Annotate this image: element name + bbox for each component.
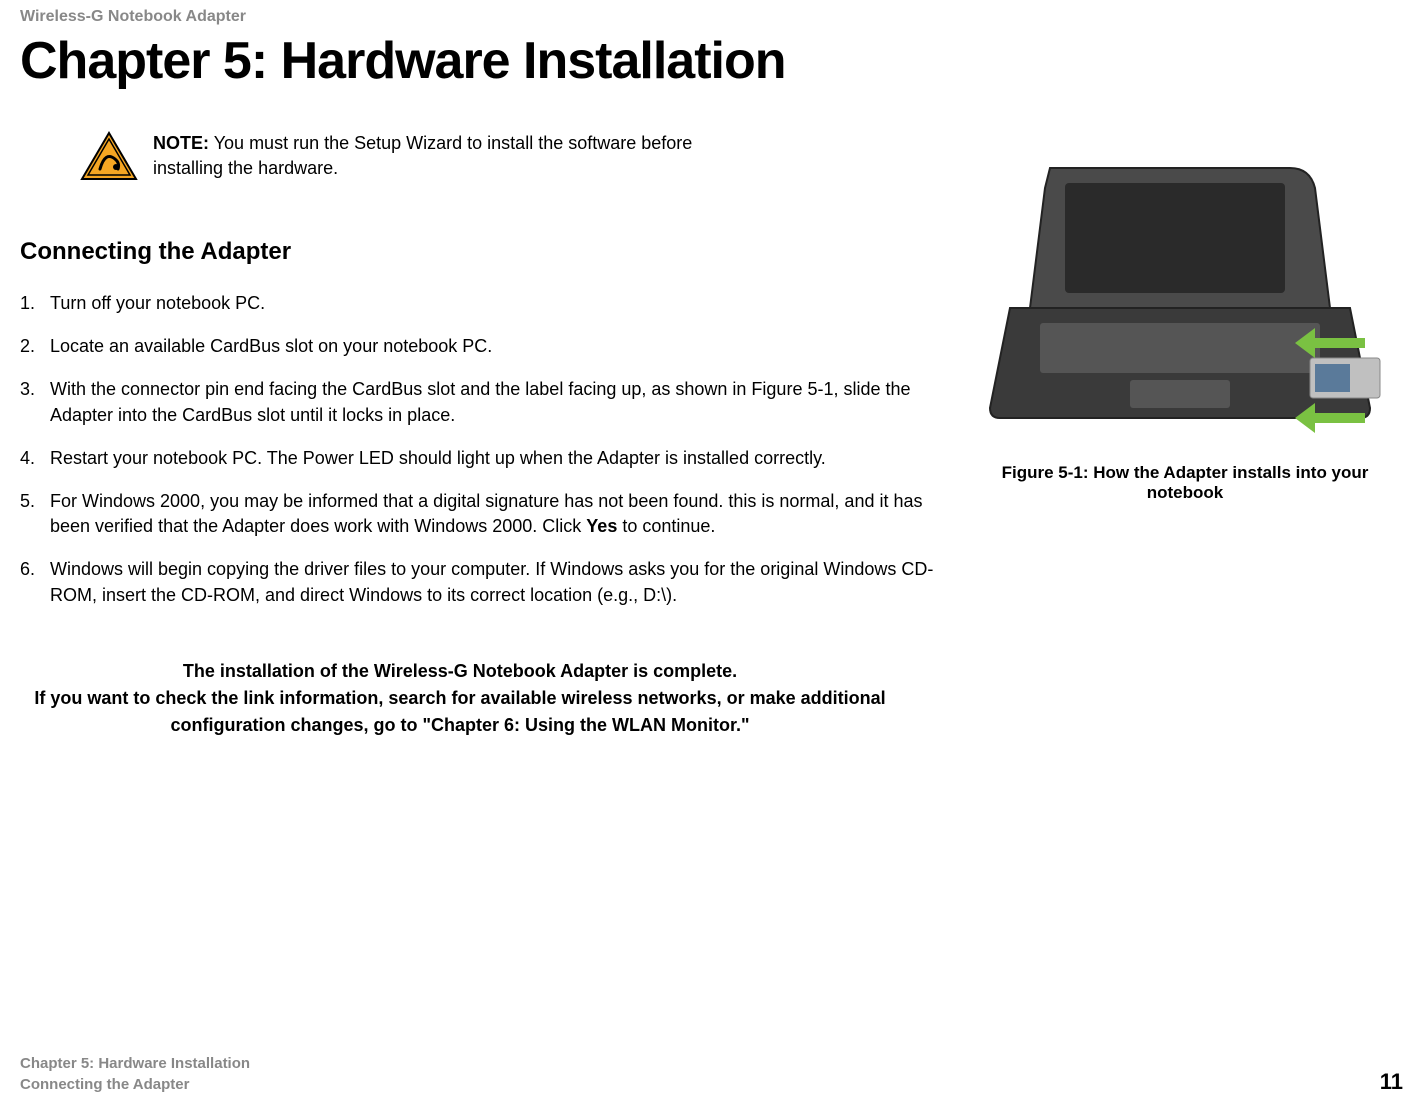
note-text: NOTE: You must run the Setup Wizard to i… [153,131,700,181]
figure-image [970,158,1390,448]
completion-line2: If you want to check the link informatio… [20,685,900,739]
product-header: Wireless-G Notebook Adapter [20,8,1403,26]
steps-list: Turn off your notebook PC. Locate an ava… [20,291,940,608]
note-body: You must run the Setup Wizard to install… [153,133,692,178]
step-item: Locate an available CardBus slot on your… [20,334,940,359]
step-item: Turn off your notebook PC. [20,291,940,316]
page-footer: Chapter 5: Hardware Installation Connect… [20,1053,1403,1095]
footer-section: Connecting the Adapter [20,1074,250,1095]
completion-text: The installation of the Wireless-G Noteb… [20,658,900,739]
step-item: For Windows 2000, you may be informed th… [20,489,940,539]
step-item: Restart your notebook PC. The Power LED … [20,446,940,471]
footer-chapter: Chapter 5: Hardware Installation [20,1053,250,1074]
section-title: Connecting the Adapter [20,238,940,266]
figure-caption: Figure 5-1: How the Adapter installs int… [970,463,1400,503]
note-label: NOTE: [153,133,209,153]
step-item: Windows will begin copying the driver fi… [20,557,940,607]
page-number: 11 [1380,1069,1403,1095]
completion-line1: The installation of the Wireless-G Noteb… [20,658,900,685]
step-item: With the connector pin end facing the Ca… [20,377,940,427]
note-box: NOTE: You must run the Setup Wizard to i… [80,131,700,188]
chapter-title: Chapter 5: Hardware Installation [20,31,1403,91]
warning-icon [80,131,138,188]
